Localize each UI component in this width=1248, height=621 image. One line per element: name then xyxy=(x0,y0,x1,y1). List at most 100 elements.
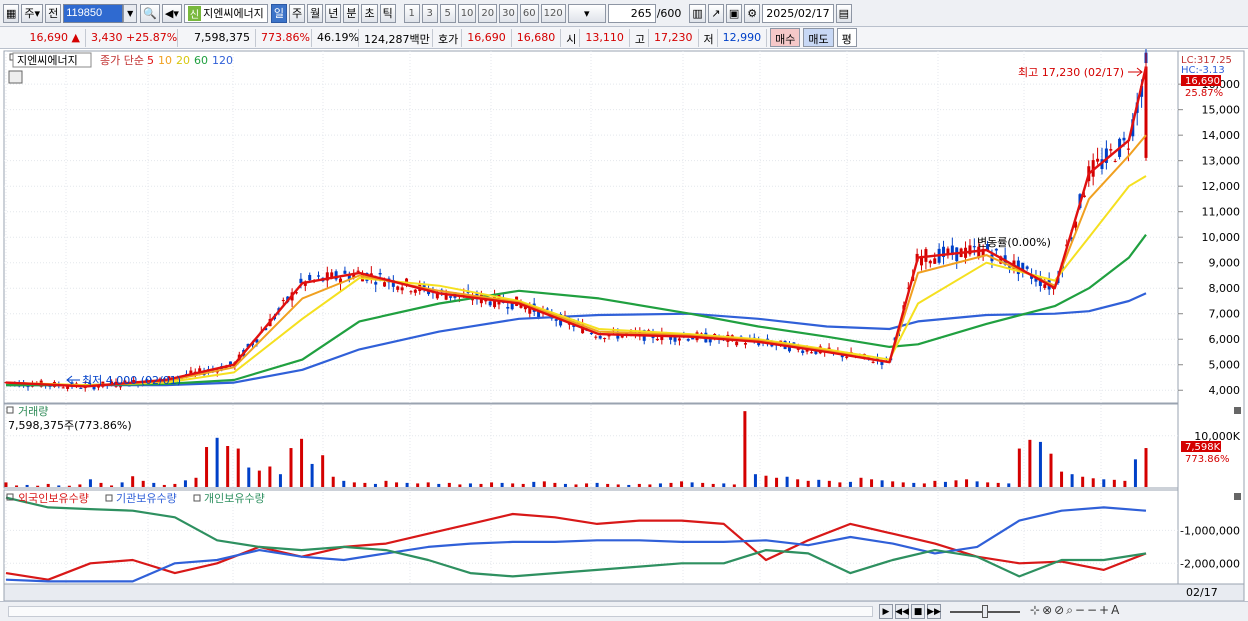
stock-code-input[interactable] xyxy=(63,3,124,23)
stop-icon[interactable]: ■ xyxy=(911,604,925,619)
volume-bar xyxy=(859,477,863,487)
horizontal-scrollbar[interactable] xyxy=(8,606,873,617)
interval-button-10[interactable]: 10 xyxy=(457,3,477,23)
volume-bar xyxy=(838,482,842,487)
volume-bar xyxy=(490,482,494,487)
candle-body xyxy=(1109,149,1113,151)
scroll-last-icon[interactable]: ▶▶ xyxy=(927,604,941,619)
market-select[interactable]: 주 ▾ xyxy=(21,3,44,23)
volume-bar xyxy=(1112,479,1116,487)
bar-count-input[interactable]: 265 xyxy=(607,3,656,23)
holdings-panel-close-icon[interactable] xyxy=(1234,493,1241,500)
prev-button[interactable]: 전 xyxy=(45,3,62,23)
indicator-icon[interactable]: ▥ xyxy=(689,3,706,23)
zoom-in-icon[interactable]: + xyxy=(1099,603,1111,617)
zoom-slider[interactable] xyxy=(982,605,988,618)
code-dropdown-icon[interactable]: ▼ xyxy=(123,3,138,23)
volume-bar xyxy=(331,476,335,487)
volume-bar xyxy=(711,483,715,487)
limit-annotation: 변동률(0.00%) xyxy=(977,236,1051,249)
volume-bar xyxy=(595,482,599,487)
y-tick-label: 11,000 xyxy=(1202,206,1241,219)
sell-button[interactable]: 매도 xyxy=(803,28,834,47)
volume-bar xyxy=(426,482,430,487)
volume-bar xyxy=(954,480,958,487)
candle-body xyxy=(691,337,695,340)
volume-bar xyxy=(585,483,589,487)
volume-bar xyxy=(986,482,990,487)
magnifier-icon[interactable]: ⌕ xyxy=(1066,603,1075,617)
volume-panel-close-icon[interactable] xyxy=(1234,407,1241,414)
volume-bar xyxy=(120,482,124,487)
layout-icon[interactable]: ▦ xyxy=(3,3,20,23)
interval-custom-select[interactable]: ▾ xyxy=(567,3,606,23)
scroll-right-icon[interactable]: ▶ xyxy=(879,604,893,619)
volume-bar xyxy=(753,474,757,487)
text-size-icon[interactable]: A xyxy=(1111,603,1121,617)
interval-button-20[interactable]: 20 xyxy=(478,3,498,23)
candle-body xyxy=(801,350,805,353)
interval-button-30[interactable]: 30 xyxy=(499,3,518,23)
calculator-icon[interactable] xyxy=(8,70,23,84)
interval-button-120[interactable]: 120 xyxy=(540,3,566,23)
buy-button[interactable]: 매수 xyxy=(770,28,801,47)
candle-body xyxy=(743,342,747,345)
volume-bar xyxy=(553,482,557,487)
period-tab-3[interactable]: 년 xyxy=(325,3,342,23)
volume-bar xyxy=(965,479,969,487)
interval-button-60[interactable]: 60 xyxy=(519,3,539,23)
volume-bar xyxy=(131,476,135,487)
speaker-icon[interactable]: ◀▾ xyxy=(161,3,182,23)
interval-button-1[interactable]: 1 xyxy=(403,3,420,23)
period-tab-6[interactable]: 틱 xyxy=(379,3,396,23)
even-button[interactable]: 평 xyxy=(836,28,857,47)
volume-bar xyxy=(870,479,874,487)
interval-button-5[interactable]: 5 xyxy=(439,3,456,23)
trade-amount: 124,287백만 xyxy=(359,28,433,47)
volume-bar xyxy=(943,481,947,487)
stock-name-box[interactable]: 신 지엔씨에너지 xyxy=(183,3,268,23)
save-icon[interactable]: ▣ xyxy=(725,3,743,23)
crosshair-icon[interactable]: ⊹ xyxy=(1030,603,1042,617)
period-tab-2[interactable]: 월 xyxy=(307,3,324,23)
date-input[interactable]: 2025/02/17 xyxy=(762,3,834,23)
scroll-first-icon[interactable]: ◀◀ xyxy=(895,604,909,619)
chart-area[interactable]: 4,000 5,000 6,000 7,000 8,000 9,000 10,000 11,0… xyxy=(0,49,1248,601)
ma10-legend: 10 xyxy=(158,54,172,67)
zoom-out-icon[interactable]: − xyxy=(1075,603,1087,617)
calendar-icon[interactable]: ▤ xyxy=(835,3,853,23)
open-label: 시 xyxy=(561,28,581,47)
y-tick-label: 15,000 xyxy=(1202,104,1241,117)
candle-body xyxy=(506,306,510,309)
candle-body xyxy=(444,294,448,300)
candle-body xyxy=(946,248,950,254)
ma120-legend: 120 xyxy=(212,54,233,67)
volume-bar xyxy=(880,480,884,487)
interval-button-3[interactable]: 3 xyxy=(421,3,438,23)
volume-bar xyxy=(352,482,356,487)
volume-bar xyxy=(152,482,156,487)
draw-tool-icon[interactable]: ↗ xyxy=(707,3,724,23)
search-icon[interactable]: 🔍 xyxy=(140,3,160,23)
y-tick-label: 13,000 xyxy=(1202,155,1241,168)
prev-label: 전 xyxy=(48,7,59,20)
volume-bar xyxy=(416,483,420,487)
stock-name: 지엔씨에너지 xyxy=(203,7,264,20)
candle-body xyxy=(374,282,378,285)
period-tab-4[interactable]: 분 xyxy=(343,3,360,23)
volume-bar xyxy=(669,482,673,487)
volume-bar xyxy=(1049,453,1053,487)
volume-bar xyxy=(321,455,325,487)
volume-bar xyxy=(975,481,979,487)
candle-body xyxy=(1126,148,1130,150)
candle-body xyxy=(994,248,998,251)
period-tab-5[interactable]: 초 xyxy=(361,3,378,23)
period-tab-1[interactable]: 주 xyxy=(288,3,306,23)
zoom-reset-icon[interactable]: − xyxy=(1087,603,1099,617)
period-tab-0[interactable]: 일 xyxy=(270,3,287,23)
candle-body xyxy=(1043,284,1047,288)
gear-icon[interactable]: ⚙ xyxy=(744,3,761,23)
tool-icon[interactable]: ⊗ xyxy=(1042,603,1054,617)
chart-tools[interactable]: ⊹⊗⊘⌕−−+A xyxy=(1030,603,1121,618)
link-icon[interactable]: ⊘ xyxy=(1054,603,1066,617)
